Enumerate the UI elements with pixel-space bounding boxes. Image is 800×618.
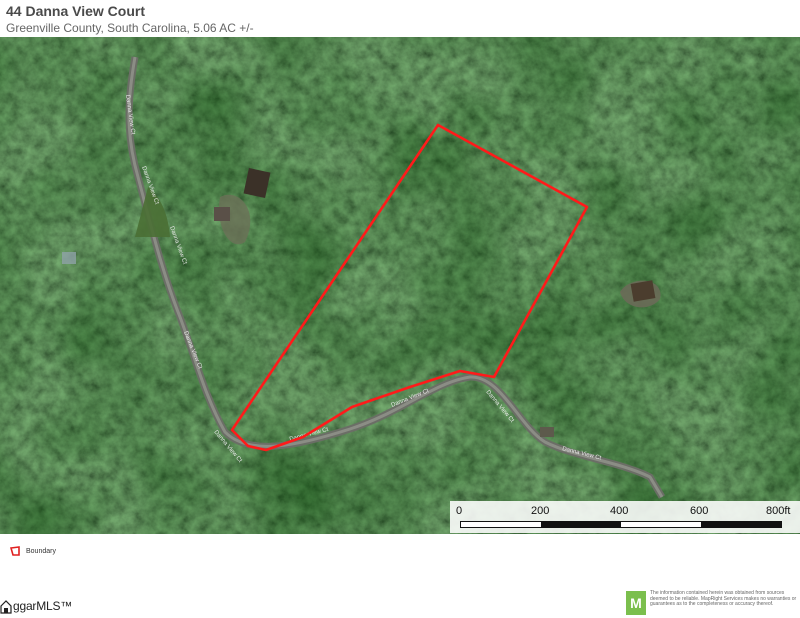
map-legend: Boundary	[10, 544, 56, 558]
property-subtitle: Greenville County, South Carolina, 5.06 …	[6, 21, 254, 35]
mapright-disclaimer: M The information contained herein was o…	[626, 590, 800, 617]
mapright-logo-icon: M	[626, 591, 646, 615]
scale-segment	[541, 522, 621, 527]
scale-bar-graphic	[460, 521, 782, 528]
house-roof-small	[214, 207, 230, 221]
house-roof-west	[62, 252, 76, 264]
map-header: 44 Danna View Court Greenville County, S…	[6, 2, 606, 36]
mls-brand-text: ggarMLS™	[13, 599, 73, 613]
scale-segment	[701, 522, 781, 527]
scale-tick-label: 400	[610, 505, 629, 517]
house-logo-icon	[0, 600, 12, 614]
property-title: 44 Danna View Court	[6, 3, 146, 19]
scale-tick-label: 600	[690, 505, 709, 517]
scale-bar: 0 200 400 600 800ft	[450, 501, 800, 533]
legend-label-boundary: Boundary	[26, 547, 56, 555]
driveway-patch	[540, 427, 554, 437]
scale-tick-label: 0	[456, 505, 463, 517]
aerial-imagery: Danna View Ct Danna View Ct Danna View C…	[0, 37, 800, 534]
house-roof-east	[630, 280, 656, 302]
canopy-shading	[0, 37, 800, 534]
disclaimer-text: The information contained herein was obt…	[650, 590, 797, 608]
mls-brand: ggarMLS™	[0, 596, 72, 616]
scale-tick-label: 800ft	[766, 505, 791, 517]
boundary-legend-icon	[10, 546, 20, 556]
scale-tick-label: 200	[531, 505, 550, 517]
aerial-map[interactable]: Danna View Ct Danna View Ct Danna View C…	[0, 37, 800, 534]
